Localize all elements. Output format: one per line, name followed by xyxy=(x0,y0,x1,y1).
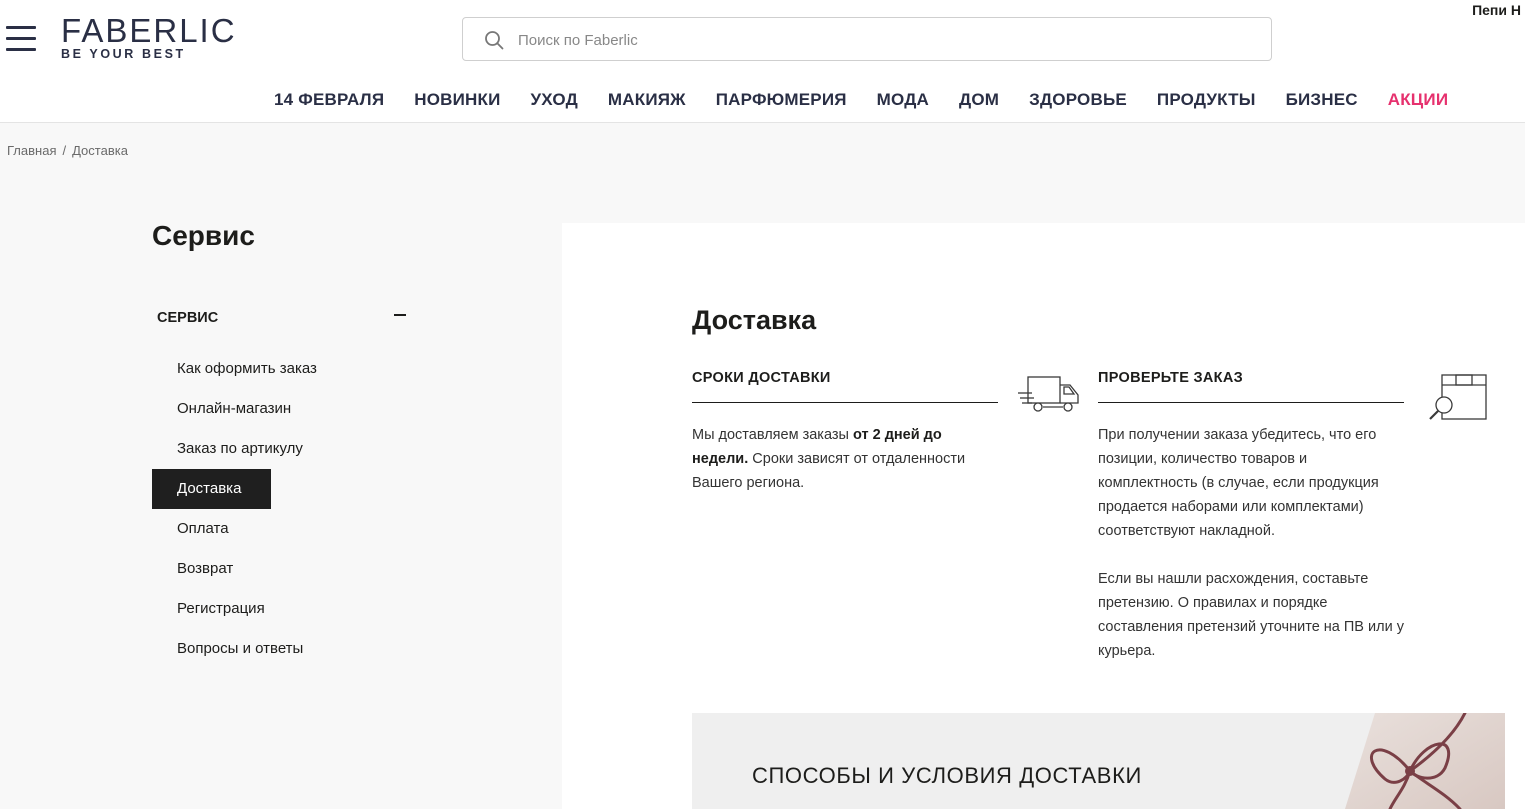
search-icon[interactable] xyxy=(484,30,504,50)
main-nav: 14 ФЕВРАЛЯ НОВИНКИ УХОД МАКИЯЖ ПАРФЮМЕРИ… xyxy=(274,90,1448,110)
nav-item[interactable]: 14 ФЕВРАЛЯ xyxy=(274,90,384,110)
delivery-terms-text: Мы доставляем заказы от 2 дней до недели… xyxy=(692,427,966,491)
gift-image xyxy=(1345,713,1505,809)
banner-title: СПОСОБЫ И УСЛОВИЯ ДОСТАВКИ xyxy=(752,763,1142,788)
collapse-minus-icon[interactable] xyxy=(394,314,406,316)
site-header: FABERLIC BE YOUR BEST Пепи Н 14 ФЕВРАЛЯ … xyxy=(0,0,1525,123)
nav-item[interactable]: МОДА xyxy=(877,90,929,110)
logo-tagline: BE YOUR BEST xyxy=(61,47,186,61)
sidebar-item-registration[interactable]: Регистрация xyxy=(152,589,452,629)
truck-icon xyxy=(1018,376,1079,412)
sidebar-menu: Как оформить заказ Онлайн-магазин Заказ … xyxy=(152,349,452,669)
nav-item[interactable]: ПРОДУКТЫ xyxy=(1157,90,1256,110)
sidebar-item-online-shop[interactable]: Онлайн-магазин xyxy=(152,389,452,429)
sidebar-title: Сервис xyxy=(152,220,255,251)
nav-item[interactable]: БИЗНЕС xyxy=(1286,90,1358,110)
check-order-block: ПРОВЕРЬТЕ ЗАКАЗ При получении заказа убе… xyxy=(1098,370,1404,663)
nav-item[interactable]: ЗДОРОВЬЕ xyxy=(1029,90,1127,110)
delivery-terms-heading: СРОКИ ДОСТАВКИ xyxy=(692,370,998,403)
page-title: Доставка xyxy=(692,305,817,335)
menu-icon[interactable] xyxy=(6,26,36,52)
breadcrumb-home[interactable]: Главная xyxy=(7,143,56,158)
main-content: Доставка СРОКИ ДОСТАВКИ Мы доставляем за… xyxy=(562,223,1525,809)
breadcrumb-separator: / xyxy=(62,143,67,158)
sidebar-item-payment[interactable]: Оплата xyxy=(152,509,452,549)
sidebar-item-how-to-order[interactable]: Как оформить заказ xyxy=(152,349,452,389)
delivery-methods-banner[interactable]: СПОСОБЫ И УСЛОВИЯ ДОСТАВКИ xyxy=(692,713,1505,809)
nav-item[interactable]: ДОМ xyxy=(959,90,999,110)
user-name[interactable]: Пепи Н xyxy=(1472,2,1521,18)
search-bar xyxy=(462,17,1272,61)
claims-text: Если вы нашли расхождения, составьте пре… xyxy=(1098,571,1404,659)
breadcrumb-current: Доставка xyxy=(72,143,128,158)
sidebar-item-order-by-article[interactable]: Заказ по артикулу xyxy=(152,429,452,469)
sidebar-section-header[interactable]: СЕРВИС xyxy=(157,310,407,326)
check-order-heading: ПРОВЕРЬТЕ ЗАКАЗ xyxy=(1098,370,1404,403)
breadcrumb: Главная / Доставка xyxy=(7,143,128,158)
check-order-text: При получении заказа убедитесь, что его … xyxy=(1098,427,1379,539)
logo[interactable]: FABERLIC BE YOUR BEST xyxy=(61,12,237,62)
nav-item-promo[interactable]: АКЦИИ xyxy=(1388,90,1449,110)
nav-item[interactable]: МАКИЯЖ xyxy=(608,90,686,110)
nav-item[interactable]: ПАРФЮМЕРИЯ xyxy=(716,90,847,110)
sidebar-item-return[interactable]: Возврат xyxy=(152,549,452,589)
nav-item[interactable]: НОВИНКИ xyxy=(414,90,500,110)
sidebar-item-faq[interactable]: Вопросы и ответы xyxy=(152,629,452,669)
box-search-icon xyxy=(1429,374,1487,420)
sidebar-item-delivery[interactable]: Доставка xyxy=(152,469,271,509)
delivery-terms-block: СРОКИ ДОСТАВКИ Мы доставляем заказы от 2… xyxy=(692,370,998,495)
nav-item[interactable]: УХОД xyxy=(531,90,578,110)
logo-wordmark: FABERLIC xyxy=(61,12,237,49)
search-input[interactable] xyxy=(518,26,1238,54)
